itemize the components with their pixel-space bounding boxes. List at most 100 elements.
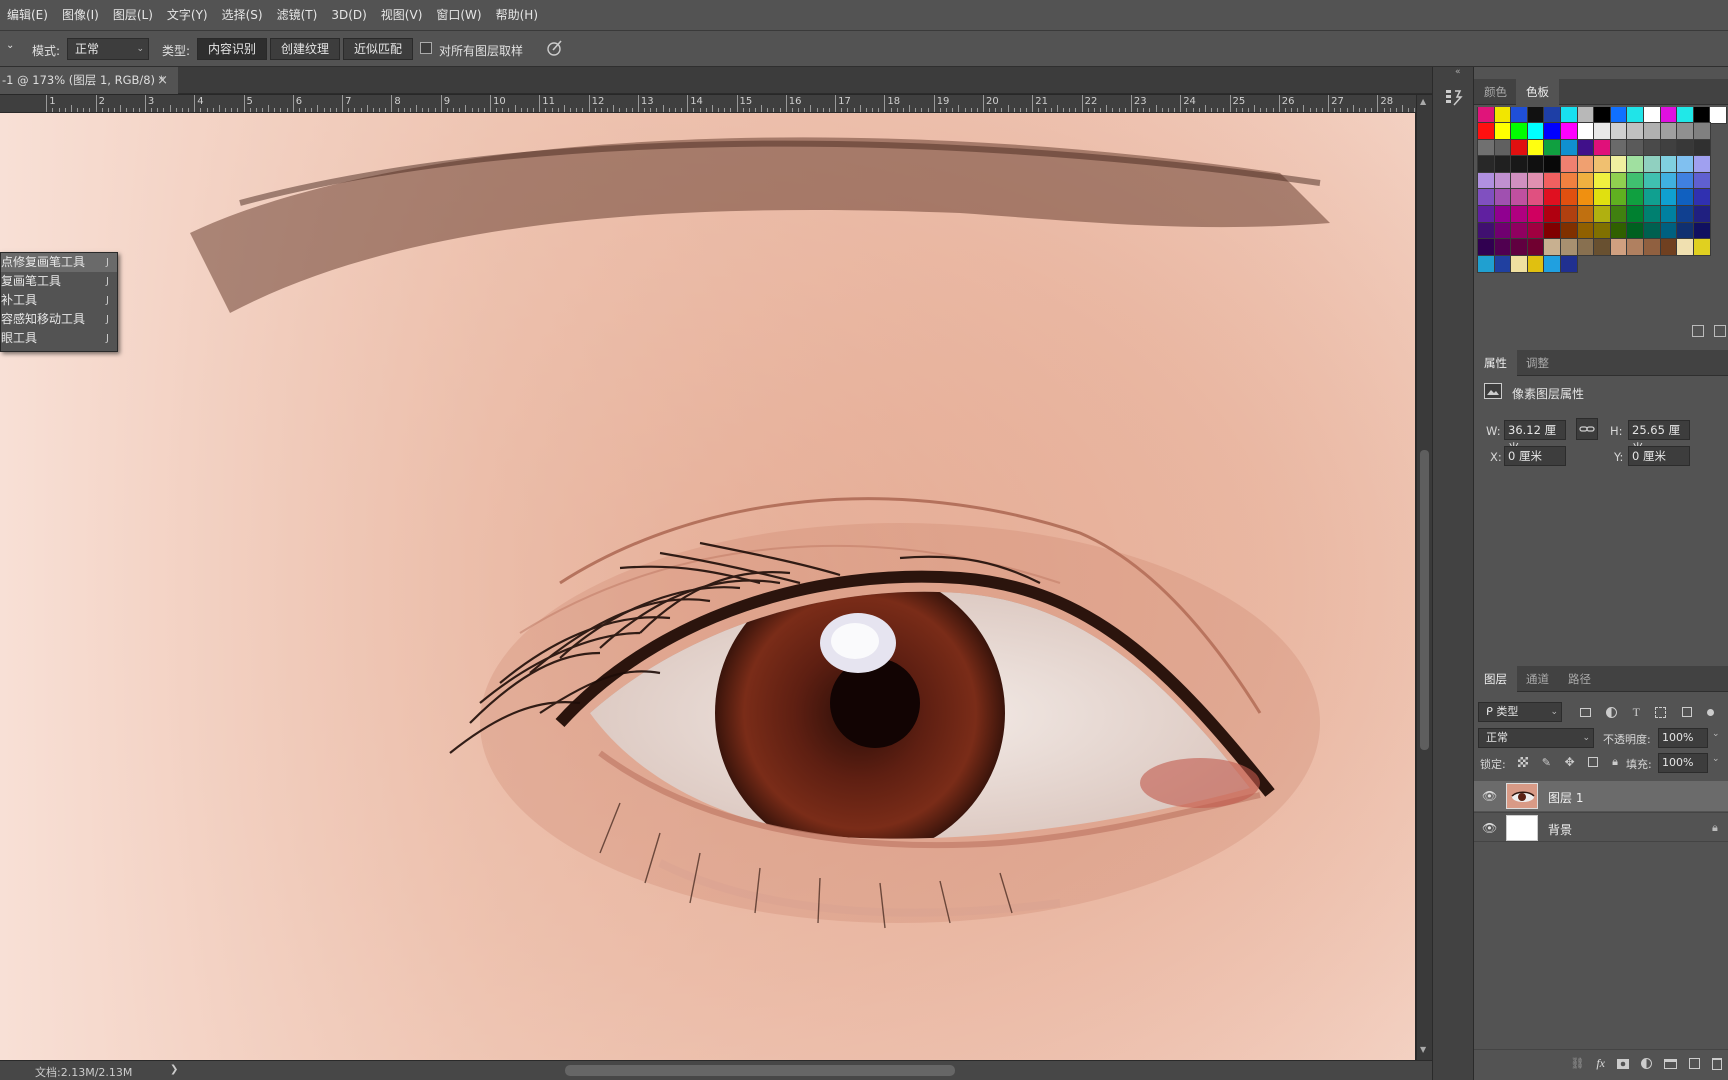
swatch[interactable] [1493, 254, 1512, 273]
menu-item-2[interactable]: 图层(L) [106, 0, 160, 31]
link-icon[interactable]: ⛓︎ [1570, 1057, 1584, 1070]
swatch[interactable] [1643, 188, 1661, 207]
flyout-item-2[interactable]: 补工具 J [1, 291, 117, 310]
document-tab[interactable]: -1 @ 173% (图层 1, RGB/8) * × [0, 67, 178, 94]
type-content-aware-button[interactable]: 内容识别 [197, 38, 268, 60]
swatch[interactable] [1560, 155, 1578, 174]
swatch[interactable] [1543, 205, 1562, 223]
fill-field[interactable]: 100% [1658, 753, 1708, 773]
swatch[interactable] [1676, 205, 1695, 223]
new-layer-icon[interactable] [1689, 1058, 1700, 1069]
flyout-item-1[interactable]: 复画笔工具 J [1, 272, 117, 291]
menu-item-4[interactable]: 选择(S) [215, 0, 270, 31]
trash-icon[interactable] [1712, 1057, 1722, 1070]
flyout-item-3[interactable]: 容感知移动工具 J [1, 310, 117, 329]
swatch[interactable] [1526, 221, 1545, 240]
filter-adjustment-icon[interactable] [1606, 706, 1618, 718]
swatch[interactable] [1526, 238, 1545, 257]
swatch[interactable] [1560, 205, 1578, 223]
swatch[interactable] [1643, 205, 1661, 223]
swatch[interactable] [1692, 138, 1711, 157]
swatch[interactable] [1626, 155, 1645, 174]
collapse-panels-icon[interactable]: « [1455, 67, 1461, 77]
menu-item-1[interactable]: 图像(I) [55, 0, 106, 31]
swatch[interactable] [1477, 171, 1495, 190]
swatch[interactable] [1609, 221, 1628, 240]
x-field[interactable]: 0 厘米 [1504, 446, 1566, 466]
swatch[interactable] [1560, 138, 1578, 157]
swatch[interactable] [1526, 205, 1545, 223]
swatch[interactable] [1477, 107, 1495, 124]
swatch[interactable] [1659, 188, 1678, 207]
blend-mode-select[interactable]: 正常 ⌄ [1478, 728, 1594, 748]
lock-transparent-icon[interactable] [1518, 757, 1528, 767]
swatch[interactable] [1576, 171, 1595, 190]
swatch[interactable] [1659, 221, 1678, 240]
swatch[interactable] [1477, 138, 1495, 157]
swatch[interactable] [1510, 107, 1529, 124]
swatch[interactable] [1576, 138, 1595, 157]
swatch[interactable] [1659, 107, 1678, 124]
filter-pixel-icon[interactable] [1579, 707, 1591, 717]
swatch[interactable] [1526, 188, 1545, 207]
swatch[interactable] [1493, 122, 1512, 140]
swatch[interactable] [1493, 221, 1512, 240]
swatch[interactable] [1643, 221, 1661, 240]
filter-smart-object-icon[interactable] [1681, 707, 1692, 717]
swatch[interactable] [1659, 171, 1678, 190]
swatch[interactable] [1643, 138, 1661, 157]
vertical-scrollbar[interactable]: ▲ ▼ [1416, 95, 1432, 1060]
lock-artboard-icon[interactable] [1588, 757, 1599, 767]
menu-item-5[interactable]: 滤镜(T) [270, 0, 325, 31]
tab-properties[interactable]: 属性 [1474, 350, 1517, 376]
swatch[interactable] [1493, 155, 1512, 174]
tab-layers[interactable]: 图层 [1474, 666, 1517, 692]
swatch[interactable] [1659, 138, 1678, 157]
lock-brush-icon[interactable]: ✎ [1542, 756, 1551, 769]
swatch[interactable] [1576, 221, 1595, 240]
swatch[interactable] [1692, 221, 1711, 240]
swatch[interactable] [1526, 122, 1545, 140]
tab-swatches[interactable]: 色板 [1516, 79, 1559, 105]
swatch[interactable] [1643, 155, 1661, 174]
swatch[interactable] [1643, 238, 1661, 257]
swatch[interactable] [1493, 205, 1512, 223]
pressure-brush-icon[interactable] [545, 38, 565, 58]
swatch[interactable] [1526, 171, 1545, 190]
swatch[interactable] [1626, 205, 1645, 223]
swatch[interactable] [1576, 188, 1595, 207]
swatch[interactable] [1510, 171, 1529, 190]
swatch[interactable] [1593, 155, 1612, 174]
swatch[interactable] [1593, 238, 1612, 257]
swatch[interactable] [1576, 205, 1595, 223]
swatch[interactable] [1493, 188, 1512, 207]
swatch[interactable] [1709, 107, 1728, 124]
swatch[interactable] [1609, 138, 1628, 157]
swatch[interactable] [1692, 188, 1711, 207]
swatch[interactable] [1560, 107, 1578, 124]
swatch[interactable] [1676, 238, 1695, 257]
swatch[interactable] [1659, 205, 1678, 223]
delete-swatch-icon[interactable] [1714, 325, 1726, 337]
menu-item-7[interactable]: 视图(V) [374, 0, 430, 31]
swatch[interactable] [1676, 107, 1695, 124]
lock-all-icon[interactable]: 🔒︎ [1612, 755, 1618, 769]
swatch[interactable] [1609, 122, 1628, 140]
tab-channels[interactable]: 通道 [1516, 666, 1559, 692]
swatch[interactable] [1609, 171, 1628, 190]
scroll-down-icon[interactable]: ▼ [1420, 1045, 1426, 1054]
flyout-item-0[interactable]: 点修复画笔工具 J [1, 253, 117, 272]
fx-icon[interactable]: fx [1596, 1056, 1605, 1071]
tool-preset-chevron-icon[interactable]: ⌄ [6, 40, 14, 51]
layer-row-layer1[interactable]: 👁︎ 图层 1 [1474, 781, 1728, 811]
fill-chevron-icon[interactable]: ⌄ [1712, 754, 1720, 764]
sample-all-layers-checkbox[interactable] [420, 42, 432, 54]
swatch[interactable] [1493, 171, 1512, 190]
menu-item-0[interactable]: 编辑(E) [0, 0, 55, 31]
tab-color[interactable]: 颜色 [1474, 79, 1517, 105]
swatch[interactable] [1560, 122, 1578, 140]
swatch[interactable] [1543, 238, 1562, 257]
swatch[interactable] [1609, 238, 1628, 257]
swatch[interactable] [1510, 138, 1529, 157]
swatch[interactable] [1526, 155, 1545, 174]
